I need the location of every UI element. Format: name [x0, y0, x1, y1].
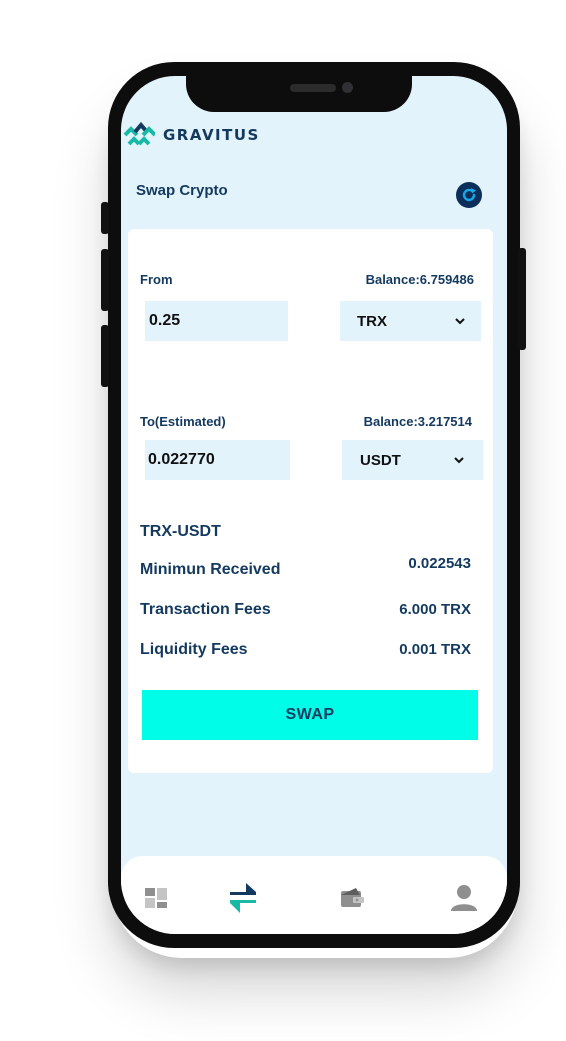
to-token-select[interactable]: USDT — [342, 440, 483, 480]
to-balance: Balance:3.217514 — [363, 414, 472, 429]
front-camera — [342, 82, 353, 93]
to-label: To(Estimated) — [140, 414, 226, 429]
pair-label: TRX-USDT — [140, 523, 221, 540]
swap-arrows-icon — [230, 883, 256, 913]
wallet-icon — [341, 888, 364, 907]
to-token-value: USDT — [360, 451, 401, 469]
stage: GRAVITUS Swap Crypto From Balance:6.7594… — [0, 0, 566, 1041]
nav-profile[interactable] — [448, 880, 480, 916]
transaction-fees-label: Transaction Fees — [140, 601, 271, 618]
brand: GRAVITUS — [123, 122, 260, 148]
from-balance: Balance:6.759486 — [365, 272, 474, 287]
from-amount-value: 0.25 — [149, 312, 181, 329]
silent-switch — [101, 202, 109, 234]
liquidity-fees-value: 0.001 TRX — [399, 641, 471, 658]
minimum-received-label: Minimun Received — [140, 561, 281, 578]
from-label: From — [140, 272, 173, 287]
refresh-button[interactable] — [456, 182, 482, 208]
from-token-select[interactable]: TRX — [340, 301, 481, 341]
swap-button[interactable]: SWAP — [142, 690, 478, 740]
page-title: Swap Crypto — [136, 182, 228, 199]
to-amount-value: 0.022770 — [148, 451, 215, 468]
dashboard-icon — [145, 888, 167, 908]
brand-name: GRAVITUS — [163, 126, 260, 144]
from-token-value: TRX — [357, 312, 387, 330]
refresh-icon — [462, 188, 476, 202]
to-amount-input[interactable]: 0.022770 — [145, 440, 290, 480]
nav-swap[interactable] — [227, 880, 259, 916]
minimum-received-value: 0.022543 — [408, 555, 471, 572]
from-amount-input[interactable]: 0.25 — [145, 301, 288, 341]
speaker — [290, 84, 336, 92]
nav-wallet[interactable] — [336, 880, 368, 916]
volume-down-button — [101, 325, 109, 387]
gravitus-logo-icon — [123, 122, 155, 146]
power-button — [518, 248, 526, 350]
volume-up-button — [101, 249, 109, 311]
liquidity-fees-label: Liquidity Fees — [140, 641, 248, 658]
chevron-down-icon — [454, 457, 464, 464]
chevron-down-icon — [455, 318, 465, 325]
transaction-fees-value: 6.000 TRX — [399, 601, 471, 618]
nav-dashboard[interactable] — [140, 880, 172, 916]
profile-icon — [451, 885, 477, 911]
